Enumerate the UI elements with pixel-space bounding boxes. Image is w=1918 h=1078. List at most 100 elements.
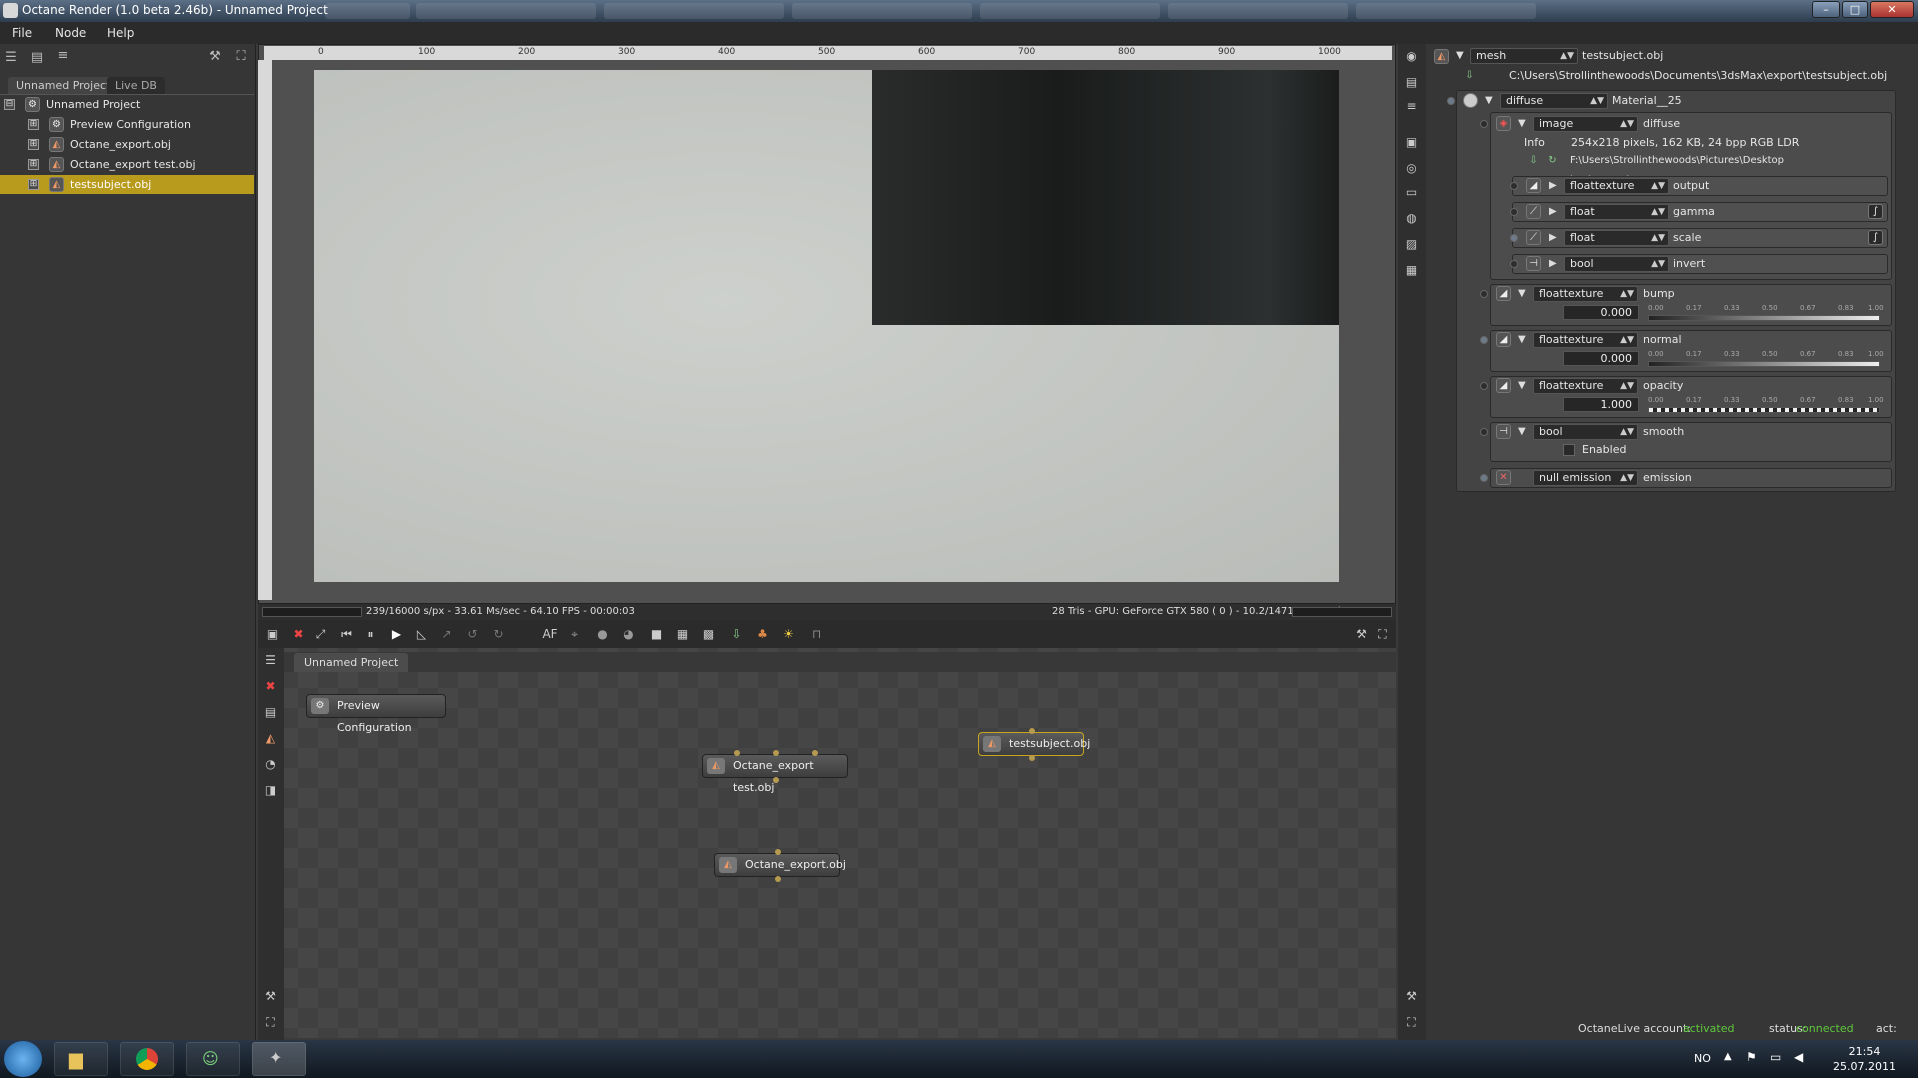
normal-type-select[interactable]: floattexture ▲▼: [1533, 332, 1638, 348]
mesh-node-icon[interactable]: ◭: [262, 730, 279, 747]
graph-node-octane-export-test[interactable]: ◭ Octane_export test.obj: [702, 754, 848, 794]
input-pin[interactable]: [734, 750, 740, 756]
smooth-enabled-checkbox[interactable]: [1563, 444, 1575, 456]
fullscreen-icon[interactable]: ⛶: [1403, 1014, 1420, 1031]
expand-icon[interactable]: ⊞: [28, 139, 39, 150]
emission-type-select[interactable]: null emission ▲▼: [1533, 470, 1638, 486]
globe-icon[interactable]: ◍: [1403, 210, 1420, 227]
stop-render-icon[interactable]: ✖: [290, 626, 307, 643]
expand-icon[interactable]: ⊞: [28, 119, 39, 130]
autofocus-icon[interactable]: ↗: [438, 626, 455, 643]
collapse-arrow-icon[interactable]: ▼: [1518, 426, 1526, 437]
tree-item-octane-export-test[interactable]: ⊞ ◭ Octane_export test.obj: [0, 155, 254, 174]
menu-node[interactable]: Node: [55, 26, 86, 40]
input-pin[interactable]: [775, 849, 781, 855]
volume-icon[interactable]: ◀: [1794, 1050, 1803, 1064]
picture-icon[interactable]: ▨: [1403, 236, 1420, 253]
output-pin[interactable]: [775, 876, 781, 882]
pin-dot[interactable]: [1480, 474, 1488, 482]
invert-type-select[interactable]: bool ▲▼: [1564, 256, 1669, 272]
export-icon[interactable]: ⇩: [728, 626, 745, 643]
expand-icon[interactable]: ⊞: [28, 159, 39, 170]
input-pin[interactable]: [773, 750, 779, 756]
wrench-icon[interactable]: ⚒: [1403, 988, 1420, 1005]
output-pin[interactable]: [773, 777, 779, 783]
tab-graph-unnamed-project[interactable]: Unnamed Project: [294, 653, 409, 672]
expand-arrow-icon[interactable]: ▶: [1549, 232, 1557, 243]
bump-type-select[interactable]: floattexture ▲▼: [1533, 286, 1638, 302]
sun-icon[interactable]: ☀: [780, 626, 797, 643]
af-button[interactable]: AF: [538, 626, 562, 643]
taskbar-octane[interactable]: ✦: [252, 1042, 306, 1076]
tree-view-icon[interactable]: ☰: [3, 50, 19, 66]
tray-arrow-icon[interactable]: ▲: [1724, 1051, 1732, 1062]
output-type-select[interactable]: floattexture ▲▼: [1564, 178, 1669, 194]
opacity-type-select[interactable]: floattexture ▲▼: [1533, 378, 1638, 394]
taskbar-chrome[interactable]: [120, 1042, 174, 1076]
camera-icon[interactable]: ⌖: [566, 626, 583, 643]
checker-icon[interactable]: ▦: [674, 626, 691, 643]
pin-dot[interactable]: [1480, 382, 1488, 390]
region-icon[interactable]: ■: [648, 626, 665, 643]
taskbar-messenger[interactable]: ☺: [186, 1042, 240, 1076]
expand-arrow-icon[interactable]: ▶: [1549, 180, 1557, 191]
list-icon[interactable]: ≡: [55, 48, 71, 64]
tree-item-preview-configuration[interactable]: ⊞ ⚙ Preview Configuration: [0, 115, 254, 134]
smooth-type-select[interactable]: bool ▲▼: [1533, 424, 1638, 440]
collapse-arrow-icon[interactable]: ▼: [1456, 50, 1464, 61]
layers-icon[interactable]: ▤: [1403, 74, 1420, 91]
pin-dot[interactable]: [1480, 290, 1488, 298]
sphere-icon[interactable]: ●: [594, 626, 611, 643]
resize-icon[interactable]: ⤢: [312, 626, 329, 643]
skip-back-icon[interactable]: ⏮: [338, 626, 355, 643]
node-list-icon[interactable]: ☰: [262, 652, 279, 669]
opacity-slider[interactable]: [1648, 407, 1880, 413]
collapse-arrow-icon[interactable]: ▼: [1518, 288, 1526, 299]
collapse-icon[interactable]: ⊟: [4, 99, 15, 110]
pin-dot[interactable]: [1510, 260, 1518, 268]
snapshot-icon[interactable]: ▣: [264, 626, 281, 643]
scale-type-select[interactable]: float ▲▼: [1564, 230, 1669, 246]
expand-icon[interactable]: ⊞: [28, 179, 39, 190]
image-node-icon[interactable]: ▤: [262, 704, 279, 721]
opacity-value-input[interactable]: 1.000: [1563, 397, 1639, 412]
lock-icon[interactable]: ⊓: [808, 626, 825, 643]
bump-slider[interactable]: [1648, 315, 1880, 321]
input-pin[interactable]: [1029, 728, 1035, 734]
close-button[interactable]: ✕: [1870, 1, 1914, 18]
pin-dot[interactable]: [1447, 97, 1455, 105]
expand-arrow-icon[interactable]: ▶: [1549, 258, 1557, 269]
texture-icon[interactable]: ▦: [1403, 262, 1420, 279]
film-icon[interactable]: ▭: [1403, 184, 1420, 201]
flag-icon[interactable]: ⚑: [1746, 1050, 1757, 1064]
material-node-icon[interactable]: ◔: [262, 756, 279, 773]
image-type-select[interactable]: image ▲▼: [1533, 116, 1638, 132]
normal-slider[interactable]: [1648, 361, 1880, 367]
wrench-icon[interactable]: ⚒: [1353, 626, 1370, 643]
collapse-arrow-icon[interactable]: ▼: [1518, 334, 1526, 345]
material-icon[interactable]: ♣: [754, 626, 771, 643]
lens-icon[interactable]: ◎: [1403, 160, 1420, 177]
fullscreen-icon[interactable]: ⛶: [262, 1014, 279, 1031]
taskbar-explorer[interactable]: ▆: [54, 1042, 108, 1076]
pin-dot[interactable]: [1480, 120, 1488, 128]
graph-node-octane-export[interactable]: ◭ Octane_export.obj: [714, 853, 846, 877]
minimize-button[interactable]: –: [1812, 1, 1840, 18]
pin-dot[interactable]: [1480, 428, 1488, 436]
curve-icon[interactable]: ∫: [1868, 230, 1883, 245]
system-clock[interactable]: 21:54 25.07.2011: [1833, 1044, 1896, 1074]
grid-icon[interactable]: ▩: [700, 626, 717, 643]
pause-icon[interactable]: ⏸: [362, 626, 379, 643]
curve-icon[interactable]: ∫: [1868, 204, 1883, 219]
language-indicator[interactable]: NO: [1694, 1052, 1711, 1065]
wrench-icon[interactable]: ⚒: [262, 988, 279, 1005]
pin-dot[interactable]: [1510, 234, 1518, 242]
texture-node-icon[interactable]: ◨: [262, 782, 279, 799]
menu-help[interactable]: Help: [107, 26, 134, 40]
graph-node-preview-configuration[interactable]: ⚙ Preview Configuration: [306, 694, 446, 734]
pin-dot[interactable]: [1480, 336, 1488, 344]
collapse-arrow-icon[interactable]: ▼: [1518, 118, 1526, 129]
menu-file[interactable]: File: [12, 26, 32, 40]
camera-icon[interactable]: ◉: [1403, 48, 1420, 65]
rotate-left-icon[interactable]: ↺: [464, 626, 481, 643]
